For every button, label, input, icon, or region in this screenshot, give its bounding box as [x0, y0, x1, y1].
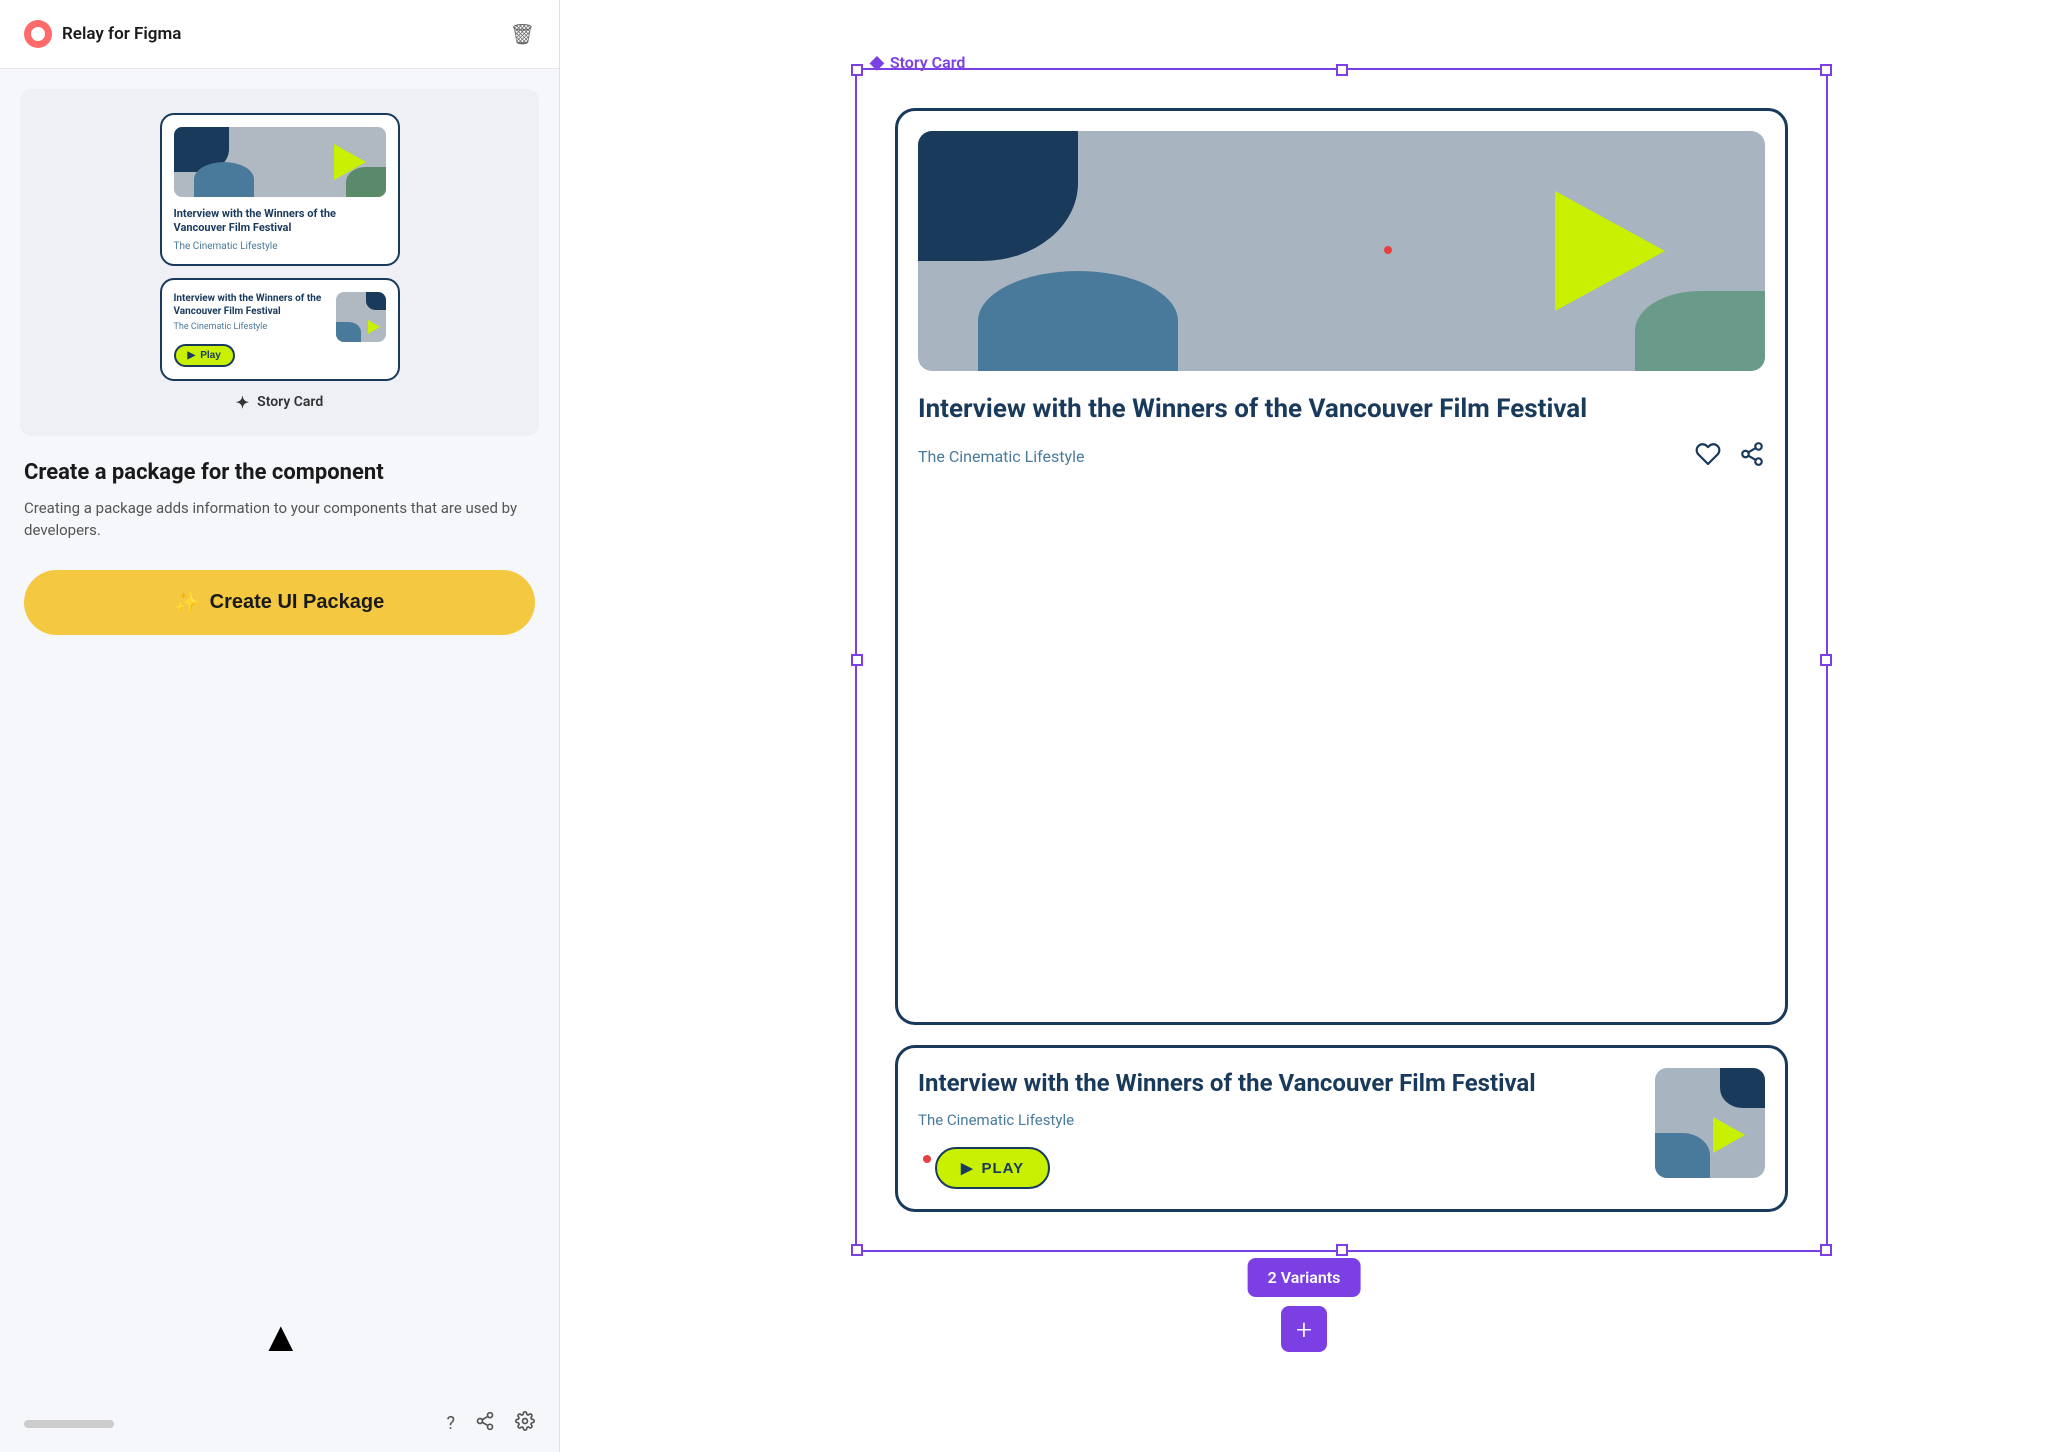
share-icon-v1[interactable] [1739, 441, 1765, 473]
card-v2-thumb [336, 292, 386, 342]
t-blob2 [336, 322, 361, 342]
left-panel: Relay for Figma 🗑 Interview with the Win… [0, 0, 560, 1452]
handle-top-right[interactable] [1820, 64, 1832, 76]
panel-header: Relay for Figma 🗑 [0, 0, 559, 69]
t2-play [1713, 1117, 1745, 1153]
t2-blob2 [1655, 1133, 1710, 1178]
footer-scroll[interactable] [24, 1420, 114, 1428]
blob2 [194, 162, 254, 197]
settings-icon[interactable] [515, 1411, 535, 1436]
story-card-label: ◆ Story Card [870, 52, 965, 73]
large-card-v1: Interview with the Winners of the Vancou… [895, 108, 1788, 1025]
handle-bottom-right[interactable] [1820, 1244, 1832, 1256]
variants-label: 2 Variants [1268, 1268, 1341, 1287]
description-body: Creating a package adds information to y… [24, 497, 535, 542]
add-variant-button[interactable]: + [1281, 1306, 1327, 1352]
lc-blob2 [978, 271, 1178, 371]
t-blob1 [366, 292, 386, 310]
red-dot-v2 [923, 1155, 931, 1163]
cursor: ▲ [260, 1313, 302, 1362]
lc-blob1 [918, 131, 1078, 261]
card-v2-row: Interview with the Winners of the Vancou… [174, 292, 386, 367]
large-card-v2-title: Interview with the Winners of the Vancou… [918, 1068, 1635, 1099]
handle-mid-left[interactable] [851, 654, 863, 666]
variants-badge: 2 Variants [1248, 1258, 1361, 1297]
add-icon: + [1296, 1313, 1312, 1346]
large-card-v1-footer: The Cinematic Lifestyle [918, 441, 1765, 473]
relay-logo [24, 20, 52, 48]
small-card-v1: Interview with the Winners of the Vancou… [160, 113, 400, 266]
panel-header-left: Relay for Figma [24, 20, 181, 48]
red-dot-v1 [1384, 246, 1392, 254]
right-panel: ◆ Story Card Interview with the Winners … [560, 0, 2048, 1452]
handle-bottom-left[interactable] [851, 1244, 863, 1256]
panel-title: Relay for Figma [62, 24, 181, 44]
play-icon-small: ▶ [188, 350, 196, 361]
large-play-label: PLAY [982, 1160, 1025, 1177]
diamond-icon: ◆ [870, 52, 884, 73]
description-area: Create a package for the component Creat… [0, 456, 559, 655]
description-heading: Create a package for the component [24, 460, 535, 485]
small-card-v2: Interview with the Winners of the Vancou… [160, 278, 400, 381]
large-cards-container: Interview with the Winners of the Vancou… [875, 88, 1808, 1232]
large-card-v1-subtitle: The Cinematic Lifestyle [918, 447, 1084, 466]
large-card-v2: Interview with the Winners of the Vancou… [895, 1045, 1788, 1212]
card-v2-text: Interview with the Winners of the Vancou… [174, 292, 326, 367]
trash-icon[interactable]: 🗑 [510, 22, 535, 46]
large-play-icon: ▶ [961, 1159, 974, 1177]
t2-blob1 [1720, 1068, 1765, 1108]
small-card-v1-title: Interview with the Winners of the Vancou… [174, 207, 386, 236]
small-card-v2-subtitle: The Cinematic Lifestyle [174, 322, 326, 332]
large-card-v1-image [918, 131, 1765, 371]
lc-play-triangle [1555, 191, 1665, 311]
handle-top-left[interactable] [851, 64, 863, 76]
small-card-v2-title: Interview with the Winners of the Vancou… [174, 292, 326, 318]
t-play [368, 320, 380, 334]
large-card-v1-title: Interview with the Winners of the Vancou… [918, 393, 1765, 427]
component-label: ✦ Story Card [236, 393, 323, 412]
large-play-button[interactable]: ▶ PLAY [935, 1147, 1050, 1189]
create-btn-label: Create UI Package [210, 591, 385, 614]
small-card-v1-subtitle: The Cinematic Lifestyle [174, 241, 386, 252]
help-icon[interactable]: ? [446, 1413, 455, 1434]
small-play-button[interactable]: ▶ Play [174, 344, 235, 367]
handle-mid-right[interactable] [1820, 654, 1832, 666]
share-icon[interactable] [475, 1411, 495, 1436]
handle-mid-bottom[interactable] [1336, 1244, 1348, 1256]
card-image-v1 [174, 127, 386, 197]
story-card-name: Story Card [890, 53, 966, 72]
lc-actions [1695, 441, 1765, 473]
large-card-v2-text: Interview with the Winners of the Vancou… [918, 1068, 1635, 1189]
create-btn-icon: ✨ [175, 590, 200, 615]
like-icon[interactable] [1695, 441, 1721, 473]
panel-footer: ? [0, 1395, 559, 1452]
relay-logo-inner [31, 27, 45, 41]
handle-mid-top[interactable] [1336, 64, 1348, 76]
component-name: Story Card [257, 394, 323, 410]
sparkle-icon: ✦ [236, 393, 249, 412]
create-ui-package-button[interactable]: ✨ Create UI Package [24, 570, 535, 635]
preview-area: Interview with the Winners of the Vancou… [20, 89, 539, 436]
large-card-v2-thumb [1655, 1068, 1765, 1178]
footer-icons: ? [446, 1411, 535, 1436]
large-card-v2-subtitle: The Cinematic Lifestyle [918, 1111, 1635, 1129]
play-triangle-v1 [334, 144, 366, 180]
play-label-small: Play [200, 350, 221, 361]
